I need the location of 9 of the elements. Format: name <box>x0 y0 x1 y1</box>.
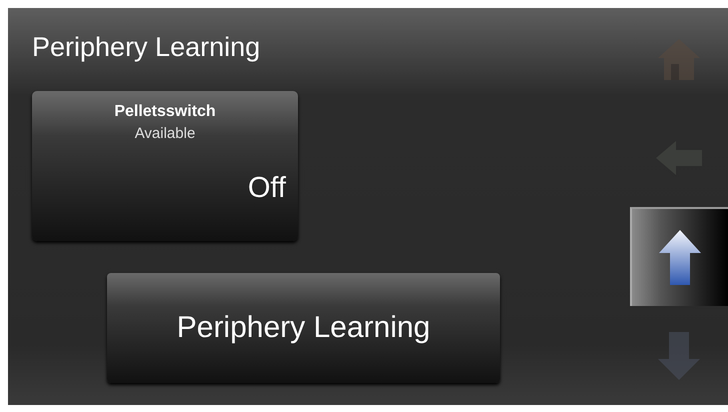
device-status: Available <box>134 125 196 142</box>
device-tile[interactable]: Pelletsswitch Available Off <box>32 91 298 241</box>
down-arrow-icon <box>657 330 701 381</box>
screen-title: Periphery Learning <box>32 31 262 64</box>
periphery-learning-button[interactable]: Periphery Learning <box>107 273 500 383</box>
device-state: Off <box>248 172 286 205</box>
up-arrow-icon <box>658 228 702 287</box>
device-name: Pelletsswitch <box>114 103 216 121</box>
up-button[interactable] <box>630 207 728 306</box>
